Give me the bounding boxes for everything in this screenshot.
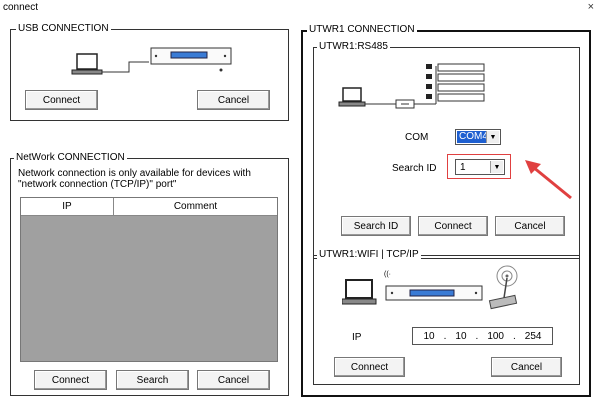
search-id-select-value: 1 [460,162,466,173]
wifi-group: UTWR1:WIFI | TCP/IP ((· IP 10 . 10 . 100… [313,249,580,385]
ip-octet-4: 254 [524,330,542,342]
laptop-icon [71,53,103,75]
network-cancel-button[interactable]: Cancel [197,370,270,390]
ip-address-input[interactable]: 10. 10. 100. 254 [412,327,553,345]
wifi-icon: ((· [384,271,391,278]
com-label: COM [405,132,429,143]
window-title: connect [3,2,39,13]
router-icon [488,265,518,310]
network-search-button[interactable]: Search [116,370,189,390]
rs485-connect-button[interactable]: Connect [418,216,488,236]
device-unit-icon [385,285,483,301]
search-id-button[interactable]: Search ID [341,216,411,236]
com-select-value: COM4 [457,131,490,143]
usb-connection-group: USB CONNECTION Connect Cancel [10,23,289,121]
utwr1-connection-group: UTWR1 CONNECTION UTWR1:RS485 COM COM4 ▼ … [301,24,591,397]
search-id-label: Search ID [392,163,437,174]
usb-cancel-button[interactable]: Cancel [197,90,270,110]
close-icon[interactable]: × [588,1,594,13]
laptop-icon [342,279,377,305]
column-header-ip[interactable]: IP [21,198,114,215]
rs485-cancel-button[interactable]: Cancel [495,216,565,236]
network-connect-button[interactable]: Connect [34,370,107,390]
usb-connect-button[interactable]: Connect [25,90,98,110]
table-header: IP Comment [21,198,277,216]
laptop-icon [338,87,366,107]
wifi-cancel-button[interactable]: Cancel [491,357,562,377]
rs485-group: UTWR1:RS485 COM COM4 ▼ Search ID 1 ▼ Sea… [313,41,580,259]
ip-octet-3: 100 [487,330,504,342]
usb-connection-label: USB CONNECTION [16,23,111,34]
ip-octet-1: 10 [423,330,435,342]
network-connection-label: NetWork CONNECTION [14,152,127,163]
network-device-table[interactable]: IP Comment [20,197,278,362]
utwr1-connection-label: UTWR1 CONNECTION [307,24,417,35]
ip-label: IP [352,332,362,343]
device-unit-icon [150,47,232,65]
annotation-arrow [525,160,572,200]
search-id-select[interactable]: 1 ▼ [455,159,505,175]
usb-device-diagram [71,47,232,75]
ip-octet-2: 10 [455,330,467,342]
network-connection-group: NetWork CONNECTION Network connection is… [10,152,289,396]
converter-icon [395,99,415,109]
rs485-label: UTWR1:RS485 [317,41,390,52]
wifi-connect-button[interactable]: Connect [334,357,405,377]
com-select[interactable]: COM4 ▼ [455,129,501,145]
rs485-devices-icon [426,63,485,102]
wifi-label: UTWR1:WIFI | TCP/IP [317,249,421,260]
chevron-down-icon[interactable]: ▼ [490,161,503,173]
column-header-comment[interactable]: Comment [114,198,277,215]
rs485-diagram [338,63,485,109]
wifi-diagram: ((· [342,265,518,310]
chevron-down-icon[interactable]: ▼ [486,131,499,143]
network-notice: Network connection is only available for… [18,168,251,190]
